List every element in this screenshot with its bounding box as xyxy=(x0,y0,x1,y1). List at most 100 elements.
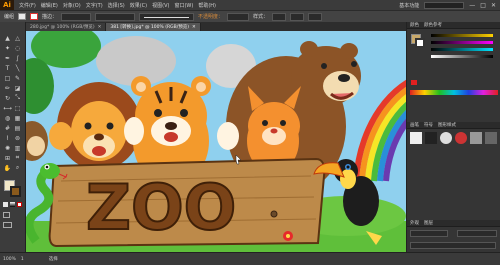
stroke-swatch[interactable] xyxy=(30,13,39,20)
zoo-sign: ZOO xyxy=(48,157,326,248)
scale-tool-icon[interactable]: ⤡ xyxy=(13,94,22,102)
search-input[interactable] xyxy=(424,1,465,9)
style-dropdown[interactable] xyxy=(272,12,287,21)
document-canvas[interactable]: ZOO xyxy=(26,31,406,252)
menu-window[interactable]: 窗口(W) xyxy=(174,2,193,9)
blend-tool-icon[interactable]: ⊚ xyxy=(13,134,22,142)
minimize-button[interactable]: — xyxy=(469,2,475,9)
pencil-tool-icon[interactable]: ✏ xyxy=(3,84,12,92)
symbol-item[interactable] xyxy=(440,132,452,144)
color-slider-c[interactable] xyxy=(431,34,493,37)
free-transform-tool-icon[interactable]: ⬚ xyxy=(13,104,22,112)
perspective-grid-tool-icon[interactable]: ▦ xyxy=(13,114,22,122)
graph-tool-icon[interactable]: ▥ xyxy=(13,144,22,152)
hand-tool-icon[interactable]: ✋ xyxy=(3,164,12,172)
appearance-row[interactable] xyxy=(410,242,496,249)
menu-view[interactable]: 视图(V) xyxy=(152,2,169,9)
appearance-row[interactable] xyxy=(457,230,497,237)
symbol-item[interactable] xyxy=(410,132,422,144)
close-button[interactable]: ✕ xyxy=(491,2,496,9)
tab-document-1[interactable]: 280.jpg* @ 100% (RGB/预览) ✕ xyxy=(26,23,107,31)
direct-selection-tool-icon[interactable]: △ xyxy=(13,34,22,42)
stroke-color-chip[interactable] xyxy=(415,38,425,48)
appearance-row[interactable] xyxy=(410,230,448,237)
rotate-tool-icon[interactable]: ↻ xyxy=(3,94,12,102)
tab-document-2[interactable]: 381 [转换].jpg* @ 100% (RGB/预览) ✕ xyxy=(106,23,201,31)
stroke-color-swatch[interactable] xyxy=(10,186,21,197)
line-tool-icon[interactable]: ╲ xyxy=(13,64,22,72)
tab-color[interactable]: 颜色 xyxy=(410,22,419,28)
magic-wand-tool-icon[interactable]: ✦ xyxy=(3,44,12,52)
stroke-weight-field[interactable] xyxy=(61,12,92,21)
menu-bar: Ai 文件(F) 编辑(E) 对象(O) 文字(T) 选择(S) 效果(C) 视… xyxy=(0,0,500,10)
recolor-button[interactable] xyxy=(290,12,305,21)
align-button[interactable] xyxy=(308,12,323,21)
draw-mode-icon[interactable] xyxy=(3,212,10,218)
symbol-item[interactable] xyxy=(425,132,437,144)
tab-appearance[interactable]: 外观 xyxy=(410,220,419,226)
tab-layers[interactable]: 图层 xyxy=(424,220,433,226)
tab-graphic-styles[interactable]: 图形样式 xyxy=(438,122,456,128)
color-mode-icon[interactable] xyxy=(3,202,8,207)
fill-swatch[interactable] xyxy=(18,13,27,20)
brush-definition-dropdown[interactable] xyxy=(139,12,195,21)
tab-symbols[interactable]: 符号 xyxy=(424,122,433,128)
symbols-grid xyxy=(410,132,498,150)
symbol-item[interactable] xyxy=(470,132,482,144)
tab-brushes[interactable]: 画笔 xyxy=(410,122,419,128)
symbol-sprayer-tool-icon[interactable]: ✺ xyxy=(3,144,12,152)
variable-width-dropdown[interactable] xyxy=(95,12,136,21)
artboard-tool-icon[interactable]: ⊞ xyxy=(3,154,12,162)
menu-edit[interactable]: 编辑(E) xyxy=(41,2,58,9)
gradient-mode-icon[interactable] xyxy=(10,202,15,207)
gradient-tool-icon[interactable]: ▤ xyxy=(13,124,22,132)
curvature-tool-icon[interactable]: ∫ xyxy=(13,54,22,62)
artboard-number[interactable]: 1 xyxy=(21,257,24,262)
lasso-tool-icon[interactable]: ◌ xyxy=(13,44,22,52)
color-slider-y[interactable] xyxy=(431,48,493,51)
close-icon[interactable]: ✕ xyxy=(192,25,196,30)
maximize-button[interactable]: □ xyxy=(480,2,486,9)
width-tool-icon[interactable]: ⟷ xyxy=(3,104,12,112)
slice-tool-icon[interactable]: ⌗ xyxy=(13,154,22,162)
menu-object[interactable]: 对象(O) xyxy=(63,2,81,9)
symbol-item[interactable] xyxy=(485,132,497,144)
menubar-right: 基本功能 — □ ✕ xyxy=(394,1,500,9)
color-slider-m[interactable] xyxy=(431,41,493,44)
selection-tool-icon[interactable]: ▲ xyxy=(3,34,12,42)
shape-builder-tool-icon[interactable]: ◍ xyxy=(3,114,12,122)
type-tool-icon[interactable]: T xyxy=(3,64,12,72)
menu-file[interactable]: 文件(F) xyxy=(19,2,36,9)
eyedropper-tool-icon[interactable]: ⌇ xyxy=(3,134,12,142)
menu-help[interactable]: 帮助(H) xyxy=(198,2,216,9)
red-flower xyxy=(283,231,293,241)
zoom-level[interactable]: 100% xyxy=(3,257,16,262)
paintbrush-tool-icon[interactable]: ✎ xyxy=(13,74,22,82)
workspace-switcher[interactable]: 基本功能 xyxy=(399,2,419,9)
color-slider-k[interactable] xyxy=(431,55,493,58)
tool-status[interactable]: 选择 xyxy=(49,256,58,262)
opacity-label[interactable]: 不透明度： xyxy=(198,13,223,20)
tab-label: 280.jpg* @ 100% (RGB/预览) xyxy=(30,25,95,30)
style-label: 样式： xyxy=(253,14,269,20)
zoom-tool-icon[interactable]: ⌕ xyxy=(13,164,22,172)
sign-text: ZOO xyxy=(86,171,236,244)
menu-effect[interactable]: 效果(C) xyxy=(130,2,147,9)
screen-mode-icon[interactable] xyxy=(3,222,12,228)
color-chip[interactable] xyxy=(411,80,417,85)
color-spectrum-bar[interactable] xyxy=(410,90,498,95)
none-mode-icon[interactable] xyxy=(17,202,22,207)
mesh-tool-icon[interactable]: # xyxy=(3,124,12,132)
symbol-item[interactable] xyxy=(455,132,467,144)
tab-label: 381 [转换].jpg* @ 100% (RGB/预览) xyxy=(110,25,189,30)
close-icon[interactable]: ✕ xyxy=(98,25,102,30)
opacity-field[interactable] xyxy=(227,12,250,21)
menu-type[interactable]: 文字(T) xyxy=(86,2,103,9)
menu-select[interactable]: 选择(S) xyxy=(108,2,125,9)
eraser-tool-icon[interactable]: ◪ xyxy=(13,84,22,92)
tab-color-guide[interactable]: 颜色参考 xyxy=(424,22,442,28)
color-panel-header: 颜色 颜色参考 xyxy=(407,22,500,29)
rectangle-tool-icon[interactable]: □ xyxy=(3,74,12,82)
tools-panel: ▲ △ ✦ ◌ ✒ ∫ T ╲ □ ✎ ✏ ◪ ↻ ⤡ ⟷ ⬚ ◍ ▦ # ▤ … xyxy=(0,22,26,252)
pen-tool-icon[interactable]: ✒ xyxy=(3,54,12,62)
